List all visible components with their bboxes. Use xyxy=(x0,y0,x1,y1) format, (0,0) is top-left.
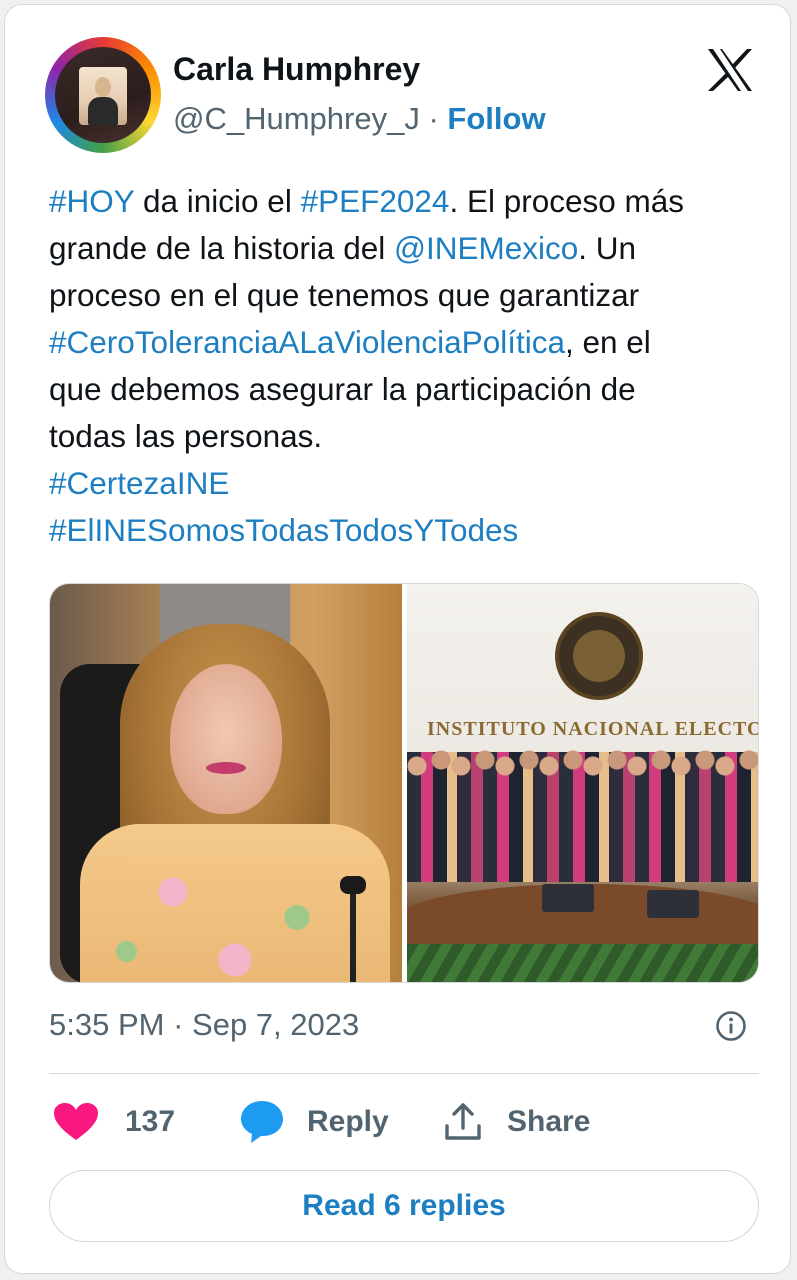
hashtag-link[interactable]: #ElINESomosTodasTodosYTodes xyxy=(49,512,518,548)
laptop-icon xyxy=(647,890,699,918)
photo-microphone-icon xyxy=(340,876,366,894)
tweet-text-segment: . El proceso más xyxy=(449,183,685,219)
tweet-media-grid[interactable]: INSTITUTO NACIONAL ELECTORA xyxy=(49,583,759,983)
institute-sign: INSTITUTO NACIONAL ELECTORA xyxy=(427,718,759,740)
mention-link[interactable]: @INEMexico xyxy=(394,230,578,266)
author-handle[interactable]: @C_Humphrey_J xyxy=(173,101,420,136)
tweet-text-line: #ElINESomosTodasTodosYTodes xyxy=(49,507,759,554)
tweet-text-line: todas las personas. xyxy=(49,413,759,460)
share-button[interactable]: Share xyxy=(443,1095,590,1149)
share-icon xyxy=(445,1103,481,1140)
like-button[interactable]: 137 xyxy=(53,1095,175,1149)
photo-crowd-heads xyxy=(407,746,758,786)
avatar-figure-body xyxy=(88,97,118,125)
photo-lips xyxy=(206,762,246,774)
tweet-text-line: #CertezaINE xyxy=(49,460,759,507)
tweet-text-line: proceso en el que tenemos que garantizar xyxy=(49,272,759,319)
avatar-photo-frame xyxy=(55,47,151,143)
laptop-icon xyxy=(542,884,594,912)
tweet-text-segment: . Un xyxy=(578,230,637,266)
x-logo-icon[interactable] xyxy=(705,47,755,93)
timestamp-separator: · xyxy=(173,1007,184,1042)
media-photo-portrait[interactable] xyxy=(50,584,402,982)
tweet-text-segment: que debemos asegurar la participación de xyxy=(49,371,636,407)
read-replies-button[interactable]: Read 6 replies xyxy=(49,1170,759,1242)
photo-microphone-stem xyxy=(350,884,356,982)
info-icon[interactable] xyxy=(715,1010,747,1042)
handle-separator: · xyxy=(428,101,439,136)
tweet-text-line: grande de la historia del @INEMexico. Un xyxy=(49,225,759,272)
reply-bubble-icon xyxy=(241,1101,283,1143)
hashtag-link[interactable]: #CeroToleranciaALaViolenciaPolítica xyxy=(49,324,565,360)
hashtag-link[interactable]: #HOY xyxy=(49,183,134,219)
photo-blouse xyxy=(80,824,390,982)
tweet-text-segment: proceso en el que tenemos que garantizar xyxy=(49,277,640,313)
reply-label: Reply xyxy=(307,1105,389,1138)
divider xyxy=(49,1073,759,1074)
tweet-timestamp[interactable]: 5:35 PM · Sep 7, 2023 xyxy=(49,1007,359,1043)
hashtag-link[interactable]: #PEF2024 xyxy=(301,183,450,219)
follow-button[interactable]: Follow xyxy=(447,101,545,136)
hashtag-link[interactable]: #CertezaINE xyxy=(49,465,229,501)
like-count: 137 xyxy=(125,1105,176,1138)
tweet-text-line: que debemos asegurar la participación de xyxy=(49,366,759,413)
mexican-seal-icon xyxy=(555,612,643,700)
tweet-text-segment: todas las personas. xyxy=(49,418,323,454)
tweet-date: Sep 7, 2023 xyxy=(192,1007,360,1042)
tweet-time: 5:35 PM xyxy=(49,1007,165,1042)
author-name[interactable]: Carla Humphrey xyxy=(173,51,420,88)
seal-eagle xyxy=(573,630,625,682)
tweet-text-segment: da inicio el xyxy=(134,183,301,219)
tweet-text-line: #CeroToleranciaALaViolenciaPolítica, en … xyxy=(49,319,759,366)
author-handle-row: @C_Humphrey_J · Follow xyxy=(173,101,546,137)
author-avatar[interactable] xyxy=(45,37,161,153)
tweet-text-segment: , en el xyxy=(564,324,651,360)
tweet-text-line: #HOY da inicio el #PEF2024. El proceso m… xyxy=(49,178,759,225)
tweet-text: #HOY da inicio el #PEF2024. El proceso m… xyxy=(49,178,759,554)
avatar-figure-face xyxy=(95,77,111,97)
reply-button[interactable]: Reply xyxy=(239,1095,389,1149)
media-photo-group[interactable]: INSTITUTO NACIONAL ELECTORA xyxy=(407,584,759,982)
photo-face xyxy=(170,664,282,814)
tweet-text-segment: grande de la historia del xyxy=(49,230,394,266)
heart-icon xyxy=(54,1103,98,1140)
photo-plants xyxy=(407,944,758,982)
tweet-embed-card: Carla Humphrey @C_Humphrey_J · Follow #H… xyxy=(4,4,791,1274)
share-label: Share xyxy=(507,1105,591,1138)
